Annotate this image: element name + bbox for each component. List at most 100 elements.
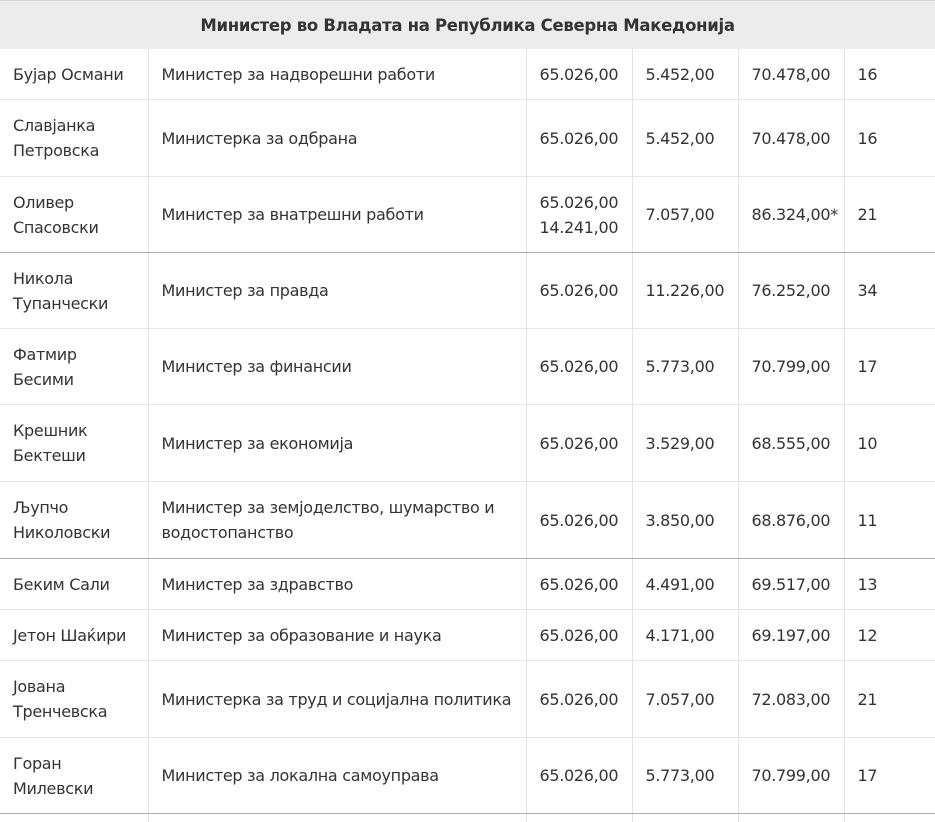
group-header: Министер во Владата на Република Северна… — [0, 0, 935, 49]
cell-minister-name: Никола Тупанчески — [0, 252, 148, 329]
cell-minister-name-line: Крешник — [13, 421, 88, 440]
cell-percent: 21 — [843, 660, 935, 738]
cell-empty — [147, 813, 526, 822]
cell-total-salary: 70.799,00 — [737, 328, 844, 405]
cell-base-salary: 65.026,00 — [525, 609, 632, 661]
cell-total-salary: 68.555,00 — [737, 404, 844, 482]
cell-minister-name-line: Спасовски — [13, 217, 99, 237]
table-body: Бујар Османи Министер за надворешни работ… — [0, 49, 935, 822]
cell-ministry: Министер за економија — [147, 404, 526, 482]
cell-ministry-line: Министер за внатрешни работи — [161, 205, 425, 224]
cell-base-salary-line: 65.026,00 — [539, 64, 619, 84]
cell-base-salary: 65.026,00 — [525, 99, 632, 177]
table-row: Фатмир Бесими Министер за финансии 65.026,0… — [0, 328, 935, 405]
cell-base-salary: 65.026,00 — [525, 558, 632, 610]
cell-minister-name: Славјанка Петровска — [0, 99, 148, 177]
cell-minister-name-line: Бујар Османи — [13, 64, 124, 84]
cell-ministry-line: Министерка за одбрана — [161, 128, 358, 148]
cell-minister-name: Јована Тренчевска — [0, 660, 148, 738]
cell-total-salary: 70.478,00 — [737, 99, 844, 177]
cell-minister-name-line: Тренчевска — [13, 702, 108, 721]
cell-minister-name-line: Оливер — [13, 192, 74, 212]
cell-percent: 17 — [843, 737, 935, 814]
table-header-row: Министер во Владата на Република Северна… — [0, 0, 935, 49]
cell-additional-pay: 11.226,00 — [631, 252, 738, 329]
cell-additional-pay: 5.773,00 — [631, 737, 738, 814]
table-row: Оливер Спасовски Министер за внатрешни раб… — [0, 176, 935, 253]
cell-empty — [525, 813, 632, 822]
cell-minister-name: Беким Сали — [0, 558, 148, 610]
cell-minister-name: Љупчо Николовски — [0, 481, 148, 559]
cell-additional-pay: 5.773,00 — [631, 328, 738, 405]
cell-minister-name: Горан Милевски — [0, 737, 148, 814]
cell-ministry-line: Министер за локална самоуправа — [161, 766, 440, 785]
cell-minister-name-line: Тупанчески — [13, 293, 109, 313]
table-row: Славјанка Петровска Министерка за одбрана 6… — [0, 99, 935, 177]
cell-base-salary-line: 65.026,00 — [539, 766, 619, 785]
cell-minister-name: Фатмир Бесими — [0, 328, 148, 405]
cell-ministry: Министер за правда — [147, 252, 526, 329]
table-row: Беким Сали Министер за здравство 65.026,00… — [0, 558, 935, 610]
cell-minister-name-line: Никола — [13, 268, 74, 288]
table-row: Бујар Османи Министер за надворешни работ… — [0, 49, 935, 100]
cell-minister-name: Оливер Спасовски — [0, 176, 148, 253]
cell-total-salary: 72.083,00 — [737, 660, 844, 738]
table-row: Јована Тренчевска Министерка за труд и соц… — [0, 660, 935, 738]
cell-base-salary: 65.026,00 — [525, 328, 632, 405]
cell-minister-name-line: Бесими — [13, 369, 74, 389]
cell-ministry-line: Министер за правда — [161, 281, 329, 300]
cell-percent: 17 — [843, 328, 935, 405]
cell-total-salary: 69.197,00 — [737, 609, 844, 661]
cell-percent: 16 — [843, 49, 935, 100]
cell-minister-name-line: Љупчо — [13, 498, 69, 517]
cell-empty — [737, 813, 844, 822]
cell-total-salary: 86.324,00* — [737, 176, 844, 253]
cell-additional-pay: 5.452,00 — [631, 99, 738, 177]
cell-total-salary: 70.799,00 — [737, 737, 844, 814]
cell-ministry-line: Министер за земјоделство, шумарство и — [161, 498, 495, 517]
cell-percent: 12 — [843, 609, 935, 661]
cell-total-salary: 69.517,00 — [737, 558, 844, 610]
cell-percent: 21 — [843, 176, 935, 253]
cell-minister-name-line: Славјанка — [13, 116, 96, 135]
cell-empty — [843, 813, 935, 822]
minister-salary-table: Министер во Владата на Република Северна… — [0, 0, 935, 822]
cell-base-salary: 65.026,00 — [525, 737, 632, 814]
cell-ministry: Министер за надворешни работи — [147, 49, 526, 100]
table-row-partial — [0, 813, 935, 822]
cell-minister-name-line: Николовски — [13, 523, 111, 542]
cell-base-salary-line: 65.026,00 — [539, 433, 619, 453]
cell-additional-pay: 4.171,00 — [631, 609, 738, 661]
cell-minister-name: Јетон Шаќири — [0, 609, 148, 661]
cell-base-salary-line: 65.026,00 — [539, 281, 619, 300]
cell-minister-name-line: Беким Сали — [13, 574, 110, 594]
cell-minister-name: Бујар Османи — [0, 49, 148, 100]
cell-minister-name-line: Јетон Шаќири — [13, 625, 127, 645]
cell-total-salary: 76.252,00 — [737, 252, 844, 329]
cell-base-salary-line: 65.026,00 — [539, 128, 619, 148]
cell-percent: 10 — [843, 404, 935, 482]
cell-base-salary-line: 65.026,00 — [539, 689, 619, 709]
cell-ministry: Министерка за труд и социјална политика — [147, 660, 526, 738]
cell-ministry-line: водостопанство — [161, 523, 294, 542]
cell-base-salary: 65.026,00 — [525, 481, 632, 559]
cell-ministry: Министер за локална самоуправа — [147, 737, 526, 814]
cell-additional-pay: 3.850,00 — [631, 481, 738, 559]
cell-minister-name-line: Горан — [13, 753, 62, 773]
cell-base-salary-line: 65.026,00 — [539, 510, 619, 530]
cell-ministry: Министер за здравство — [147, 558, 526, 610]
cell-ministry: Министер за земјоделство, шумарство и вод… — [147, 481, 526, 559]
cell-percent: 13 — [843, 558, 935, 610]
cell-ministry: Министер за образование и наука — [147, 609, 526, 661]
cell-base-salary-line: 65.026,00 — [539, 357, 619, 376]
cell-percent: 11 — [843, 481, 935, 559]
cell-ministry-line: Министер за здравство — [161, 574, 354, 594]
cell-minister-name-line: Бектеши — [13, 446, 86, 465]
cell-minister-name-line: Фатмир — [13, 344, 77, 364]
cell-base-salary: 65.026,00 14.241,00 — [525, 176, 632, 253]
cell-ministry: Министер за финансии — [147, 328, 526, 405]
cell-base-salary-line: 65.026,00 — [539, 192, 619, 212]
cell-minister-name-line: Милевски — [13, 778, 94, 798]
cell-percent: 16 — [843, 99, 935, 177]
cell-total-salary: 70.478,00 — [737, 49, 844, 100]
